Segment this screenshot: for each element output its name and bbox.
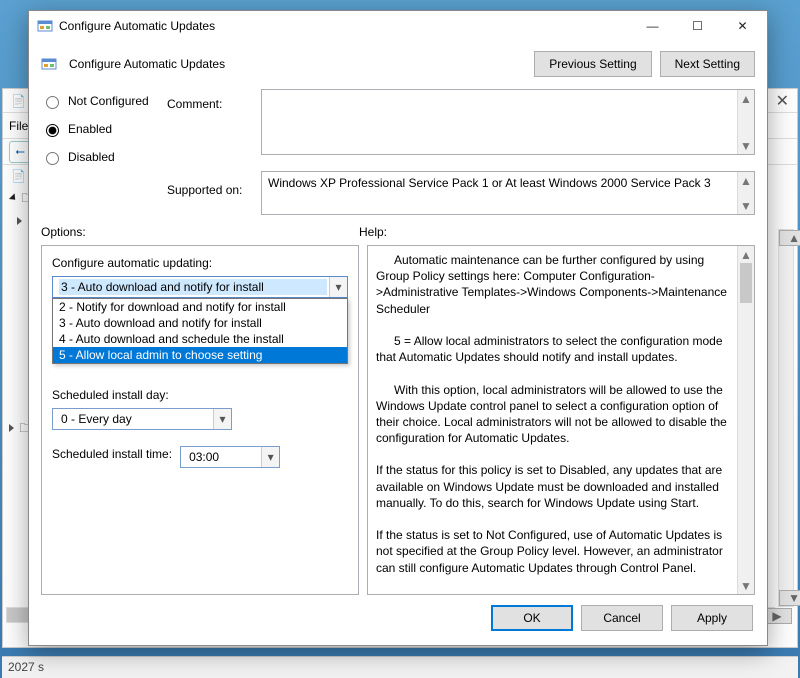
tree-chevron-icon[interactable] (9, 193, 18, 202)
help-scrollbar[interactable]: ▲ ▼ (737, 246, 754, 594)
chevron-down-icon[interactable]: ▾ (329, 277, 347, 297)
tree-chevron-icon[interactable] (17, 217, 22, 225)
scheduled-time-label: Scheduled install time: (52, 447, 172, 461)
ok-button[interactable]: OK (491, 605, 573, 631)
cancel-button[interactable]: Cancel (581, 605, 663, 631)
scroll-up-icon[interactable]: ▲ (738, 90, 754, 107)
policy-icon (37, 18, 53, 34)
apply-button[interactable]: Apply (671, 605, 753, 631)
help-pane: Automatic maintenance can be further con… (367, 245, 755, 595)
scroll-down-icon[interactable]: ▼ (738, 137, 754, 154)
radio-label: Disabled (68, 150, 115, 164)
comment-label: Comment: (167, 89, 257, 111)
bg-close-icon[interactable]: ✕ (776, 91, 789, 111)
radio-label: Not Configured (68, 94, 149, 108)
combo-selected-value: 3 - Auto download and notify for install (59, 279, 327, 295)
supported-on-label: Supported on: (167, 171, 257, 197)
help-paragraph: Automatic maintenance can be further con… (376, 252, 734, 317)
supported-on-text: Windows XP Professional Service Pack 1 o… (268, 176, 734, 192)
configure-updating-dropdown[interactable]: 2 - Notify for download and notify for i… (52, 298, 348, 364)
scroll-up-icon[interactable]: ▲ (738, 172, 754, 189)
radio-disabled[interactable]: Disabled (41, 149, 163, 165)
help-paragraph: If the status for this policy is set to … (376, 462, 734, 511)
scroll-thumb[interactable] (740, 263, 752, 303)
next-setting-button[interactable]: Next Setting (660, 51, 755, 77)
maximize-button[interactable]: ☐ (675, 12, 720, 40)
configure-updating-label: Configure automatic updating: (52, 256, 348, 270)
bg-doc2-icon: 📄 (11, 169, 26, 183)
policy-name: Configure Automatic Updates (69, 57, 225, 71)
dropdown-option[interactable]: 3 - Auto download and notify for install (53, 315, 347, 331)
scroll-down-icon[interactable]: ▼ (779, 590, 800, 606)
dropdown-option[interactable]: 5 - Allow local admin to choose setting (53, 347, 347, 363)
help-paragraph: 5 = Allow local administrators to select… (376, 333, 734, 365)
help-label: Help: (359, 225, 387, 239)
bg-file-menu[interactable]: File (9, 119, 28, 133)
radio-label: Enabled (68, 122, 112, 136)
chevron-down-icon[interactable]: ▾ (213, 409, 231, 429)
scroll-up-icon[interactable]: ▲ (738, 246, 754, 263)
window-title: Configure Automatic Updates (59, 19, 215, 33)
titlebar[interactable]: Configure Automatic Updates — ☐ ✕ (29, 11, 767, 41)
scroll-up-icon[interactable]: ▲ (779, 230, 800, 246)
minimize-button[interactable]: — (630, 12, 675, 40)
help-paragraph: With this option, local administrators w… (376, 382, 734, 447)
bg-doc-icon: 📄 (11, 94, 26, 108)
dropdown-option[interactable]: 2 - Notify for download and notify for i… (53, 299, 347, 315)
combo-selected-value: 0 - Every day (59, 411, 211, 427)
combo-selected-value: 03:00 (187, 449, 259, 465)
scroll-down-icon[interactable]: ▼ (738, 577, 754, 594)
comment-textarea[interactable]: ▲ ▼ (261, 89, 755, 155)
textarea-scrollbar[interactable]: ▲ ▼ (737, 172, 754, 214)
dropdown-option[interactable]: 4 - Auto download and schedule the insta… (53, 331, 347, 347)
options-label: Options: (41, 225, 359, 239)
scheduled-day-label: Scheduled install day: (52, 388, 348, 402)
supported-on-box: Windows XP Professional Service Pack 1 o… (261, 171, 755, 215)
textarea-scrollbar[interactable]: ▲ ▼ (737, 90, 754, 154)
scheduled-time-combo[interactable]: 03:00 ▾ (180, 446, 280, 468)
previous-setting-button[interactable]: Previous Setting (534, 51, 651, 77)
tree-chevron-icon[interactable] (9, 424, 14, 432)
chevron-down-icon[interactable]: ▾ (261, 447, 279, 467)
options-pane: Configure automatic updating: 3 - Auto d… (41, 245, 359, 595)
policy-icon (41, 56, 57, 72)
configure-updating-combo[interactable]: 3 - Auto download and notify for install… (52, 276, 348, 298)
dialog-configure-automatic-updates: Configure Automatic Updates — ☐ ✕ Config… (28, 10, 768, 646)
radio-not-configured[interactable]: Not Configured (41, 93, 163, 109)
scheduled-day-combo[interactable]: 0 - Every day ▾ (52, 408, 232, 430)
bg-statusbar: 2027 s (2, 656, 798, 678)
bg-vscrollbar[interactable]: ▲ ▼ (778, 229, 794, 607)
scroll-down-icon[interactable]: ▼ (738, 197, 754, 214)
help-paragraph: If the status is set to Not Configured, … (376, 527, 734, 576)
radio-enabled[interactable]: Enabled (41, 121, 163, 137)
close-button[interactable]: ✕ (720, 12, 765, 40)
